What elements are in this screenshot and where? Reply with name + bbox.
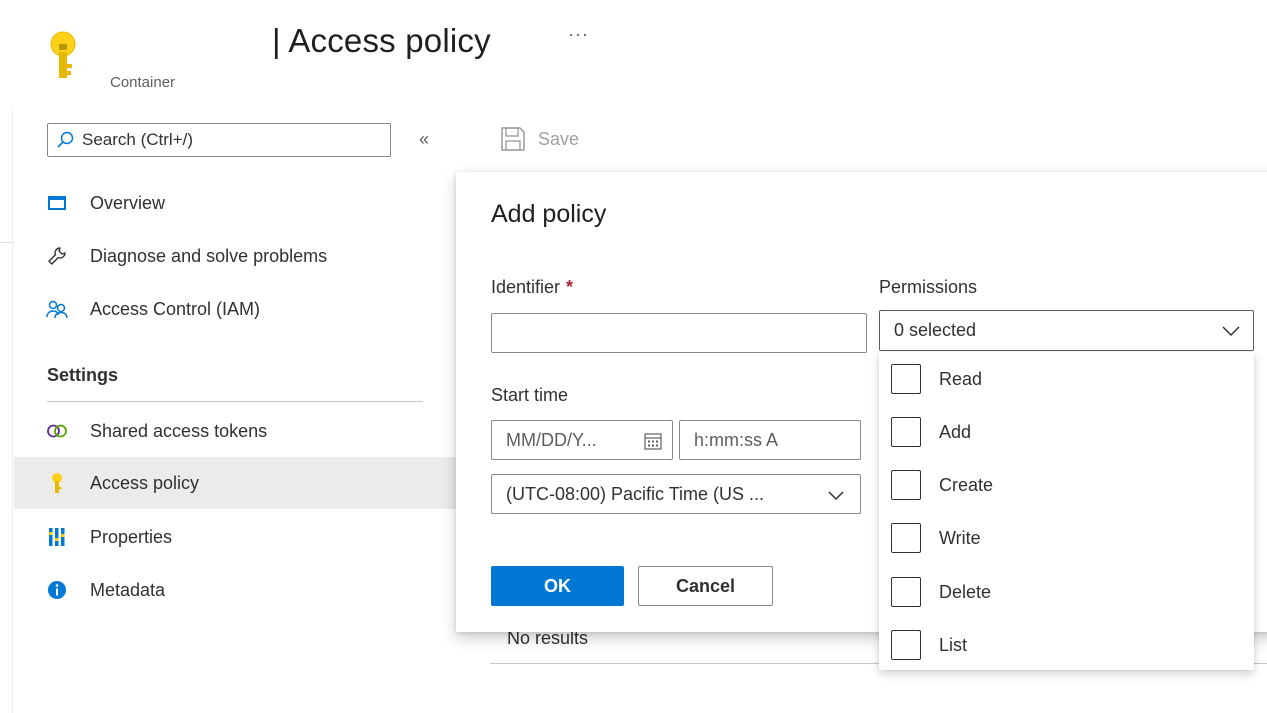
checkbox[interactable] [891, 470, 921, 500]
divider [12, 110, 13, 713]
more-options-button[interactable]: ··· [568, 24, 589, 45]
permission-option-label: Add [939, 421, 972, 442]
search-input[interactable]: Search (Ctrl+/) [47, 123, 391, 157]
save-button[interactable]: Save [500, 126, 579, 152]
sidebar-item-shared-access-tokens[interactable]: Shared access tokens [14, 405, 456, 457]
page-title: | Access policy [272, 22, 491, 59]
chevron-down-icon [828, 491, 844, 501]
settings-section-header: Settings [47, 365, 119, 385]
info-icon [46, 579, 68, 601]
resource-type-label: Container [110, 74, 176, 91]
time-placeholder: h:mm:ss A [694, 429, 779, 450]
permission-option-label: Create [939, 474, 994, 495]
permission-option-label: Write [939, 527, 981, 548]
sidebar-item-overview[interactable]: Overview [14, 177, 456, 229]
start-time-input[interactable]: h:mm:ss A [679, 420, 861, 460]
checkbox[interactable] [891, 577, 921, 607]
permissions-selected-value: 0 selected [894, 320, 977, 340]
checkbox[interactable] [891, 417, 921, 447]
timezone-value: (UTC-08:00) Pacific Time (US ... [506, 483, 765, 504]
sidebar-item-label: Metadata [90, 579, 166, 600]
cancel-button[interactable]: Cancel [638, 566, 773, 606]
checkbox[interactable] [891, 630, 921, 660]
divider [47, 401, 423, 402]
permission-option-create[interactable]: Create [891, 465, 1246, 505]
sidebar-item-properties[interactable]: Properties [14, 511, 456, 563]
key-icon [50, 31, 76, 78]
panel-title: Add policy [491, 200, 607, 228]
calendar-icon[interactable] [644, 432, 662, 450]
permissions-menu: Read Add Create Write Delete List [879, 352, 1254, 670]
sidebar-item-label: Shared access tokens [90, 420, 268, 441]
ok-button[interactable]: OK [491, 566, 624, 606]
permission-option-list[interactable]: List [891, 625, 1246, 665]
identifier-input[interactable] [491, 313, 867, 353]
permission-option-add[interactable]: Add [891, 412, 1246, 452]
identifier-label-text: Identifier [491, 277, 561, 297]
permission-option-delete[interactable]: Delete [891, 572, 1246, 612]
sidebar-item-label: Access Control (IAM) [90, 298, 261, 319]
start-time-label: Start time [491, 385, 569, 405]
sidebar-item-iam[interactable]: Access Control (IAM) [14, 283, 456, 335]
sidebar-item-label: Properties [90, 526, 173, 547]
save-label: Save [538, 128, 580, 149]
permission-option-label: Delete [939, 581, 992, 602]
permission-option-label: Read [939, 368, 983, 389]
required-marker: * [566, 277, 574, 297]
date-placeholder: MM/DD/Y... [506, 429, 597, 450]
search-placeholder: Search (Ctrl+/) [82, 130, 193, 149]
collapse-sidebar-button[interactable]: « [419, 129, 429, 150]
sidebar-item-label: Diagnose and solve problems [90, 245, 328, 266]
chevron-down-icon [1222, 326, 1240, 337]
permission-option-read[interactable]: Read [891, 359, 1246, 399]
checkbox[interactable] [891, 364, 921, 394]
permission-option-write[interactable]: Write [891, 518, 1246, 558]
permissions-dropdown[interactable]: 0 selected [879, 310, 1254, 351]
key-icon [46, 472, 68, 494]
checkbox[interactable] [891, 523, 921, 553]
sidebar-item-label: Access policy [90, 472, 200, 493]
wrench-icon [46, 245, 68, 267]
timezone-dropdown[interactable]: (UTC-08:00) Pacific Time (US ... [491, 474, 861, 514]
properties-icon [46, 526, 68, 548]
sidebar-item-metadata[interactable]: Metadata [14, 564, 456, 616]
people-icon [46, 298, 68, 320]
permissions-label: Permissions [879, 277, 978, 297]
overview-icon [46, 192, 68, 214]
save-icon [501, 127, 525, 151]
identifier-label: Identifier * [491, 277, 573, 298]
start-date-input[interactable]: MM/DD/Y... [491, 420, 673, 460]
permission-option-label: List [939, 634, 968, 655]
sidebar-item-access-policy[interactable]: Access policy [14, 457, 456, 509]
sidebar-item-label: Overview [90, 192, 166, 213]
search-icon [57, 131, 74, 148]
sidebar-item-diagnose[interactable]: Diagnose and solve problems [14, 230, 456, 282]
link-icon [46, 420, 68, 442]
